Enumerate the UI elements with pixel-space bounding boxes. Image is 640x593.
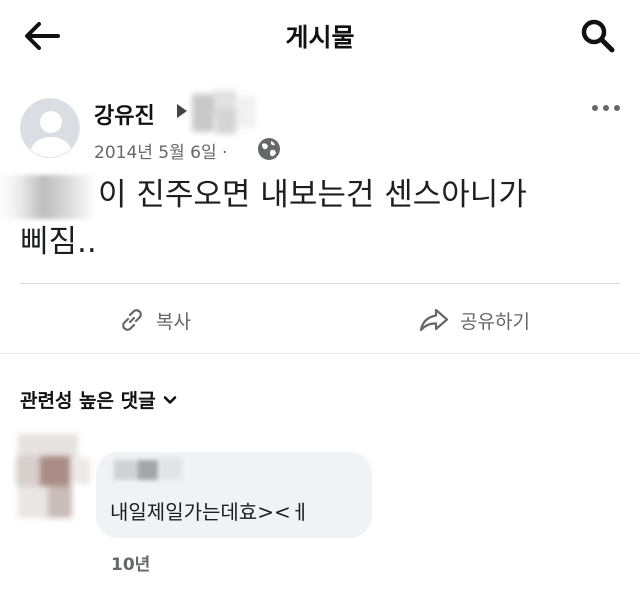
search-button[interactable]	[578, 16, 618, 56]
share-button[interactable]: 공유하기	[418, 300, 530, 340]
comments-sort-label: 관련성 높은 댓글	[20, 390, 156, 412]
search-icon	[581, 19, 615, 53]
copy-label: 복사	[156, 310, 191, 333]
caret-right-icon	[177, 104, 187, 118]
divider	[20, 283, 620, 284]
more-dots-icon	[592, 105, 620, 111]
more-options-button[interactable]	[588, 94, 624, 122]
blurred-name	[0, 174, 96, 219]
post-header: 강유진 2014년 5월 6일 ·	[0, 86, 640, 166]
author-name[interactable]: 강유진	[94, 98, 155, 130]
post-date: 2014년 5월 6일 ·	[94, 143, 228, 163]
comment-text: 내일제일가는데효><ㅔ	[110, 500, 310, 524]
commenter-avatar[interactable]	[8, 434, 94, 520]
author-avatar[interactable]	[20, 98, 80, 158]
page-title: 게시물	[285, 23, 355, 52]
blurred-recipient	[192, 90, 256, 134]
section-divider	[0, 353, 640, 354]
post-body: 이 진주오면 내보는건 센스아니가 삐짐..	[0, 172, 630, 265]
post-text-2: 삐짐..	[20, 223, 97, 260]
default-avatar-icon	[21, 99, 79, 157]
share-label: 공유하기	[460, 310, 530, 333]
post-body-line-1: 이 진주오면 내보는건 센스아니가	[0, 172, 630, 219]
comments-sort-dropdown[interactable]: 관련성 높은 댓글	[20, 386, 178, 413]
top-bar: 게시물	[0, 0, 640, 72]
post-text-1: 이 진주오면 내보는건 센스아니가	[98, 177, 527, 213]
share-arrow-icon	[419, 308, 449, 332]
globe-icon	[258, 138, 280, 160]
blurred-commenter-name	[114, 458, 182, 480]
comment-bubble: 내일제일가는데효><ㅔ	[96, 452, 372, 538]
comment-timestamp[interactable]: 10년	[111, 550, 150, 575]
copy-button[interactable]: 복사	[118, 300, 191, 340]
chevron-down-icon	[163, 395, 176, 404]
link-icon	[122, 309, 142, 331]
